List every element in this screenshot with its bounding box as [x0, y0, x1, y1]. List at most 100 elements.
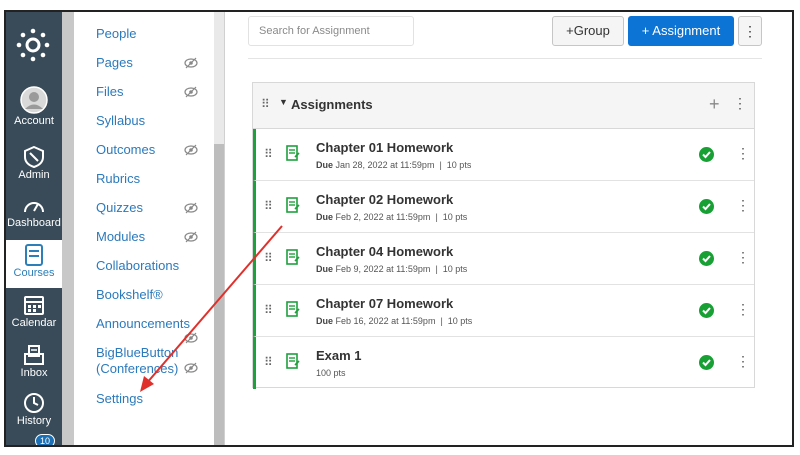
- add-group-button[interactable]: +Group: [552, 16, 624, 46]
- assignment-title[interactable]: Chapter 02 Homework: [316, 192, 453, 207]
- published-check-icon[interactable]: [699, 147, 714, 162]
- course-nav-bookshelf[interactable]: Bookshelf®: [96, 287, 163, 303]
- drag-handle-icon[interactable]: ⠿: [264, 355, 273, 369]
- global-nav-label: Calendar: [11, 317, 57, 329]
- add-assignment-button[interactable]: + Assignment: [628, 16, 734, 46]
- assignment-title[interactable]: Chapter 01 Homework: [316, 140, 453, 155]
- course-nav-collaborations[interactable]: Collaborations: [96, 258, 179, 274]
- canvas-logo-icon[interactable]: [16, 28, 50, 62]
- global-nav-calendar[interactable]: Calendar: [6, 294, 62, 329]
- global-nav-label: Inbox: [20, 367, 48, 379]
- row-kebab-icon[interactable]: ⋮: [736, 353, 750, 370]
- course-nav-label-secondary: (Conferences): [96, 361, 179, 376]
- global-nav-account[interactable]: Account: [6, 86, 62, 127]
- due-date: Feb 16, 2022 at 11:59pm: [335, 316, 436, 326]
- global-nav-inbox[interactable]: Inbox: [6, 344, 62, 379]
- assignment-title[interactable]: Exam 1: [316, 348, 362, 363]
- search-assignment-input[interactable]: Search for Assignment: [248, 16, 414, 46]
- assignment-row[interactable]: ⠿ Chapter 02 Homework Due Feb 2, 2022 at…: [253, 181, 754, 233]
- published-check-icon[interactable]: [699, 251, 714, 266]
- hidden-eye-icon: [184, 362, 198, 374]
- inbox-icon: [24, 345, 44, 365]
- course-nav-files[interactable]: Files: [96, 84, 123, 100]
- drag-handle-icon[interactable]: ⠿: [264, 199, 273, 213]
- collapse-caret-icon[interactable]: ▼: [279, 97, 288, 107]
- drag-handle-icon[interactable]: ⠿: [261, 97, 270, 111]
- global-nav: Account Admin Dashboard Courses Calendar…: [6, 12, 62, 445]
- course-nav-announcements[interactable]: Announcements: [96, 316, 190, 332]
- assignment-group: ⠿ ▼ Assignments + ⋮ ⠿ Chapter 01 Homewor…: [252, 82, 755, 389]
- due-date: Feb 2, 2022 at 11:59pm: [335, 212, 431, 222]
- assignment-icon: [286, 353, 300, 369]
- assignment-meta: 100 pts: [316, 368, 346, 378]
- hidden-eye-icon: [184, 86, 198, 98]
- assignment-row[interactable]: ⠿ Chapter 07 Homework Due Feb 16, 2022 a…: [253, 285, 754, 337]
- hidden-eye-icon: [184, 202, 198, 214]
- assignment-icon: [286, 249, 300, 265]
- global-nav-history[interactable]: History: [6, 392, 62, 427]
- assignment-icon: [286, 301, 300, 317]
- group-kebab-icon[interactable]: ⋮: [733, 95, 747, 112]
- assignment-row[interactable]: ⠿ Chapter 01 Homework Due Jan 28, 2022 a…: [253, 129, 754, 181]
- global-nav-label: Courses: [13, 267, 55, 279]
- course-nav-outcomes[interactable]: Outcomes: [96, 142, 155, 158]
- assignment-group-header[interactable]: ⠿ ▼ Assignments + ⋮: [253, 83, 754, 129]
- global-nav-admin[interactable]: Admin: [6, 146, 62, 181]
- points: 100 pts: [316, 368, 346, 378]
- assignment-meta: Due Feb 2, 2022 at 11:59pm | 10 pts: [316, 212, 468, 222]
- course-nav-bigbluebutton[interactable]: BigBlueButton (Conferences): [96, 345, 178, 377]
- course-nav-people[interactable]: People: [96, 26, 136, 42]
- points: 10 pts: [442, 264, 468, 274]
- assignment-title[interactable]: Chapter 04 Homework: [316, 244, 453, 259]
- course-nav-modules[interactable]: Modules: [96, 229, 145, 245]
- row-kebab-icon[interactable]: ⋮: [736, 145, 750, 162]
- assignment-icon: [286, 145, 300, 161]
- hidden-eye-icon: [184, 231, 198, 243]
- drag-handle-icon[interactable]: ⠿: [264, 147, 273, 161]
- global-nav-label: Admin: [18, 169, 50, 181]
- row-kebab-icon[interactable]: ⋮: [736, 249, 750, 266]
- row-kebab-icon[interactable]: ⋮: [736, 301, 750, 318]
- global-nav-help[interactable]: 10: [6, 434, 62, 445]
- course-nav-scroll-track: [214, 12, 224, 144]
- course-nav-rubrics[interactable]: Rubrics: [96, 171, 140, 187]
- assignment-meta: Due Jan 28, 2022 at 11:59pm | 10 pts: [316, 160, 472, 170]
- course-nav-scrollbar-thumb[interactable]: [214, 144, 224, 445]
- course-nav-quizzes[interactable]: Quizzes: [96, 200, 143, 216]
- due-label: Due: [316, 316, 334, 326]
- row-kebab-icon[interactable]: ⋮: [736, 197, 750, 214]
- assignment-group-title: Assignments: [291, 97, 373, 112]
- points: 10 pts: [447, 316, 473, 326]
- drag-handle-icon[interactable]: ⠿: [264, 251, 273, 265]
- global-nav-label: History: [16, 415, 52, 427]
- history-icon: [24, 393, 44, 413]
- calendar-icon: [24, 296, 44, 315]
- assignment-row[interactable]: ⠿ Chapter 04 Homework Due Feb 9, 2022 at…: [253, 233, 754, 285]
- published-check-icon[interactable]: [699, 199, 714, 214]
- due-date: Jan 28, 2022 at 11:59pm: [335, 160, 435, 170]
- add-to-group-icon[interactable]: +: [709, 94, 720, 115]
- course-nav: People Pages Files Syllabus Outcomes Rub…: [74, 12, 214, 445]
- assignment-title[interactable]: Chapter 07 Homework: [316, 296, 453, 311]
- dashboard-icon: [24, 202, 44, 213]
- due-label: Due: [316, 212, 334, 222]
- due-label: Due: [316, 264, 334, 274]
- course-nav-syllabus[interactable]: Syllabus: [96, 113, 145, 129]
- course-nav-pages[interactable]: Pages: [96, 55, 133, 71]
- notification-badge: 10: [35, 434, 56, 445]
- assignment-meta: Due Feb 9, 2022 at 11:59pm | 10 pts: [316, 264, 468, 274]
- course-nav-scrollbar-left: [62, 12, 74, 445]
- global-nav-dashboard[interactable]: Dashboard: [6, 196, 62, 229]
- admin-icon: [24, 146, 44, 168]
- course-nav-settings[interactable]: Settings: [96, 391, 143, 407]
- assignment-row[interactable]: ⠿ Exam 1 100 pts ⋮: [253, 337, 754, 389]
- drag-handle-icon[interactable]: ⠿: [264, 303, 273, 317]
- more-options-button[interactable]: ⋮: [738, 16, 762, 46]
- global-nav-label: Account: [14, 115, 54, 127]
- global-nav-courses[interactable]: Courses: [6, 240, 62, 288]
- published-check-icon[interactable]: [699, 355, 714, 370]
- published-check-icon[interactable]: [699, 303, 714, 318]
- assignment-meta: Due Feb 16, 2022 at 11:59pm | 10 pts: [316, 316, 473, 326]
- hidden-eye-icon: [184, 57, 198, 69]
- assignment-icon: [286, 197, 300, 213]
